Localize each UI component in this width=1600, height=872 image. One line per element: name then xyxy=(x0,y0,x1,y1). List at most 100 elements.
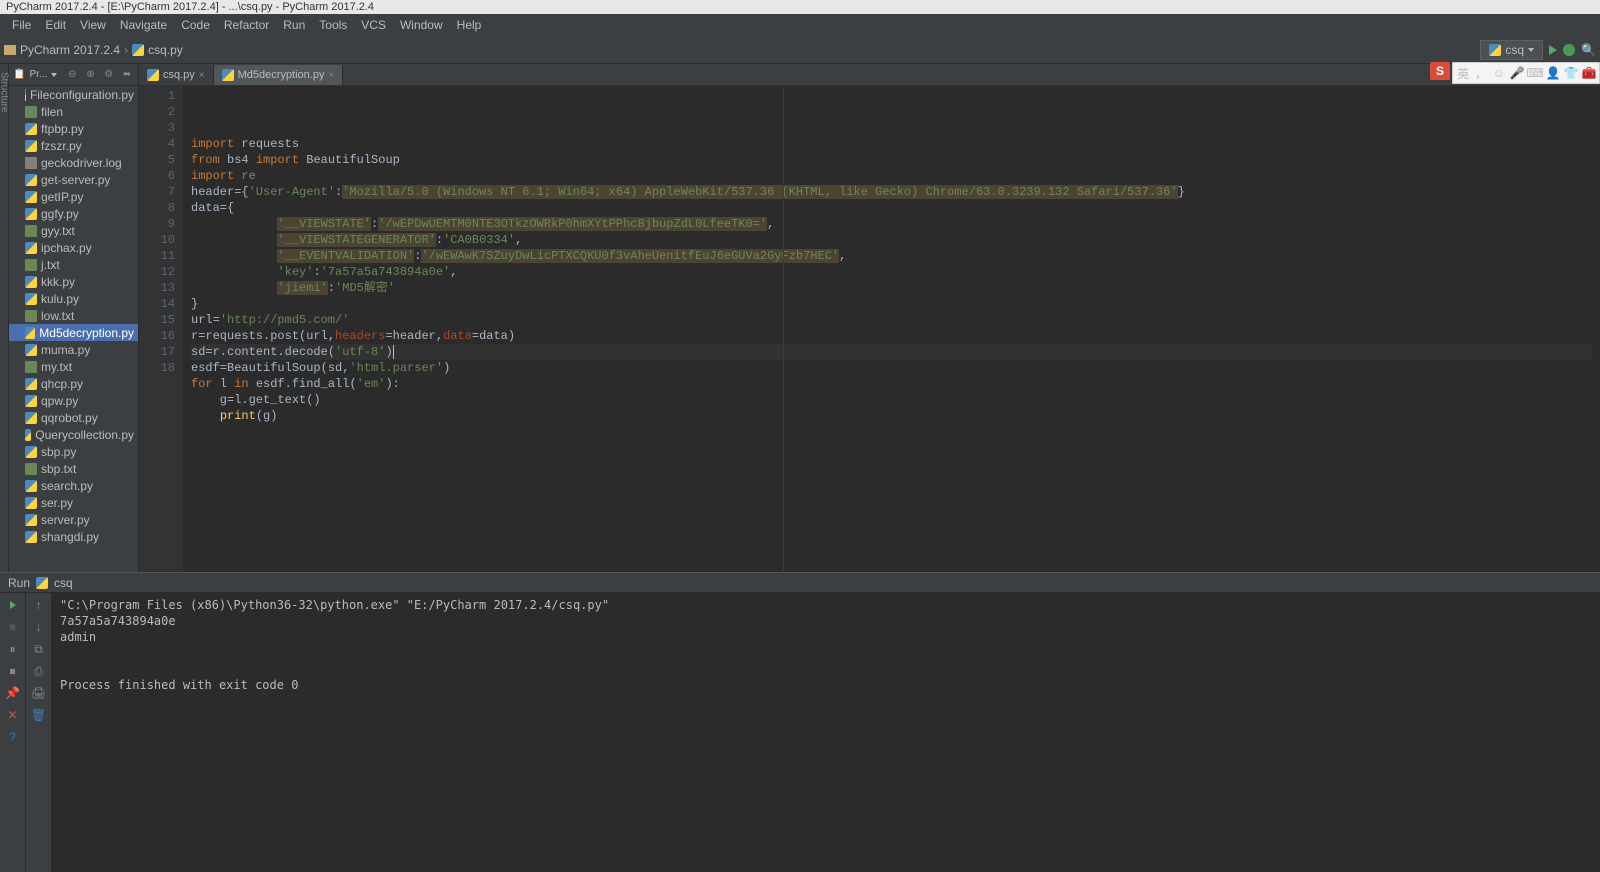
file-tree-item[interactable]: fzszr.py xyxy=(9,137,138,154)
close-button[interactable]: ✕ xyxy=(5,707,21,723)
help-button[interactable]: ? xyxy=(5,729,21,745)
menu-vcs[interactable]: VCS xyxy=(355,16,392,34)
code-line[interactable]: '__VIEWSTATEGENERATOR':'CA0B0334', xyxy=(191,232,1592,248)
menu-refactor[interactable]: Refactor xyxy=(218,16,275,34)
rerun-button[interactable] xyxy=(5,597,21,613)
search-everywhere-button[interactable]: 🔍 xyxy=(1581,43,1596,57)
file-tree-item[interactable]: j.txt xyxy=(9,256,138,273)
file-tree-item[interactable]: search.py xyxy=(9,477,138,494)
run-toolbar-primary: ■ ⏸ ⏹ 📌 ✕ ? xyxy=(0,593,26,872)
file-tree-item[interactable]: ggfy.py xyxy=(9,205,138,222)
code-line[interactable]: from bs4 import BeautifulSoup xyxy=(191,152,1592,168)
code-line[interactable]: header={'User-Agent':'Mozilla/5.0 (Windo… xyxy=(191,184,1592,200)
code-editor[interactable]: 123456789101112131415161718 import reque… xyxy=(139,86,1600,572)
debug-button[interactable] xyxy=(1563,44,1575,56)
close-tab-icon[interactable]: × xyxy=(328,70,334,81)
py-file-icon xyxy=(25,531,37,543)
file-tree-item[interactable]: ser.py xyxy=(9,494,138,511)
pin-button[interactable]: 📌 xyxy=(5,685,21,701)
code-line[interactable]: import re xyxy=(191,168,1592,184)
soft-wrap-button[interactable]: ⧉ xyxy=(31,641,47,657)
menu-view[interactable]: View xyxy=(74,16,112,34)
code-line[interactable]: r=requests.post(url,headers=header,data=… xyxy=(191,328,1592,344)
code-line[interactable]: url='http://pmd5.com/' xyxy=(191,312,1592,328)
code-line[interactable]: data={ xyxy=(191,200,1592,216)
menu-help[interactable]: Help xyxy=(451,16,488,34)
file-tree-item[interactable]: kkk.py xyxy=(9,273,138,290)
code-line[interactable]: print(g) xyxy=(191,408,1592,424)
code-line[interactable]: '__EVENTVALIDATION':'/wEWAwK7SZuyDwLicPT… xyxy=(191,248,1592,264)
menu-window[interactable]: Window xyxy=(394,16,449,34)
run-configuration-selector[interactable]: csq xyxy=(1480,40,1543,60)
file-tree-item[interactable]: getIP.py xyxy=(9,188,138,205)
breadcrumb-project[interactable]: PyCharm 2017.2.4 xyxy=(4,43,120,57)
file-tree-item[interactable]: Fileconfiguration.py xyxy=(9,86,138,103)
file-tree-item[interactable]: qpw.py xyxy=(9,392,138,409)
print-button[interactable]: 🖨 xyxy=(31,685,47,701)
left-tool-stripe[interactable]: Structure xyxy=(0,64,9,572)
editor-tab[interactable]: Md5decryption.py× xyxy=(214,65,344,85)
file-tree-item[interactable]: low.txt xyxy=(9,307,138,324)
file-tree-item[interactable]: sbp.txt xyxy=(9,460,138,477)
file-tree-item[interactable]: server.py xyxy=(9,511,138,528)
file-tree-item[interactable]: Querycollection.py xyxy=(9,426,138,443)
breadcrumb-file[interactable]: csq.py xyxy=(132,43,183,57)
file-tree-item[interactable]: muma.py xyxy=(9,341,138,358)
collapse-all-button[interactable]: ⊖ xyxy=(65,67,79,83)
ime-skin-button[interactable]: 👕 xyxy=(1563,65,1579,81)
file-tree-item[interactable]: shangdi.py xyxy=(9,528,138,545)
code-line[interactable]: 'key':'7a57a5a743894a0e', xyxy=(191,264,1592,280)
code-line[interactable]: esdf=BeautifulSoup(sd,'html.parser') xyxy=(191,360,1592,376)
ime-language-button[interactable]: 英 xyxy=(1455,65,1471,81)
stop-button[interactable]: ■ xyxy=(5,619,21,635)
pause-button[interactable]: ⏸ xyxy=(5,641,21,657)
menu-navigate[interactable]: Navigate xyxy=(114,16,173,34)
code-line[interactable]: for l in esdf.find_all('em'): xyxy=(191,376,1592,392)
code-line[interactable]: g=l.get_text() xyxy=(191,392,1592,408)
console-output[interactable]: "C:\Program Files (x86)\Python36-32\pyth… xyxy=(52,593,1600,872)
code-line[interactable]: sd=r.content.decode('utf-8') xyxy=(191,344,1592,360)
settings-icon[interactable]: ⚙ xyxy=(102,67,116,83)
down-button[interactable]: ↓ xyxy=(31,619,47,635)
menu-code[interactable]: Code xyxy=(175,16,216,34)
file-tree-item[interactable]: get-server.py xyxy=(9,171,138,188)
code-line[interactable]: '__VIEWSTATE':'/wEPDwUEMTM0NTE3OTkzOWRkP… xyxy=(191,216,1592,232)
up-button[interactable]: ↑ xyxy=(31,597,47,613)
file-tree-item[interactable]: qhcp.py xyxy=(9,375,138,392)
file-tree-item[interactable]: ipchax.py xyxy=(9,239,138,256)
project-view-selector[interactable]: 📋 xyxy=(13,69,25,80)
file-tree-item[interactable]: geckodriver.log xyxy=(9,154,138,171)
ime-user-button[interactable]: 👤 xyxy=(1545,65,1561,81)
file-tree-item[interactable]: gyy.txt xyxy=(9,222,138,239)
hide-button[interactable]: ⬌ xyxy=(120,67,134,83)
file-tree-item[interactable]: qqrobot.py xyxy=(9,409,138,426)
editor-tab[interactable]: csq.py× xyxy=(139,65,214,85)
clear-all-button[interactable]: 🗑 xyxy=(31,707,47,723)
scroll-to-end-button[interactable]: ⎙ xyxy=(31,663,47,679)
file-tree-item[interactable]: my.txt xyxy=(9,358,138,375)
file-tree-item[interactable]: Md5decryption.py xyxy=(9,324,138,341)
sogou-ime-badge[interactable]: S xyxy=(1430,62,1450,80)
close-tab-icon[interactable]: × xyxy=(199,70,205,81)
ime-voice-button[interactable]: 🎤 xyxy=(1509,65,1525,81)
menu-run[interactable]: Run xyxy=(277,16,311,34)
menu-edit[interactable]: Edit xyxy=(39,16,72,34)
code-line[interactable]: } xyxy=(191,296,1592,312)
exit-button[interactable]: ⏹ xyxy=(5,663,21,679)
file-tree-item[interactable]: kulu.py xyxy=(9,290,138,307)
ime-toolbox-button[interactable]: 🧰 xyxy=(1581,65,1597,81)
code-line[interactable]: 'jiemi':'MD5解密' xyxy=(191,280,1592,296)
run-button[interactable] xyxy=(1549,45,1557,55)
file-tree-item[interactable]: ftpbp.py xyxy=(9,120,138,137)
ime-punct-button[interactable]: ， xyxy=(1473,65,1489,81)
file-tree-item[interactable]: filen xyxy=(9,103,138,120)
ime-emoji-button[interactable]: ☺ xyxy=(1491,65,1507,81)
line-number: 6 xyxy=(141,168,175,184)
code-line[interactable]: import requests xyxy=(191,136,1592,152)
menu-file[interactable]: File xyxy=(6,16,37,34)
file-tree-item[interactable]: sbp.py xyxy=(9,443,138,460)
menu-tools[interactable]: Tools xyxy=(313,16,353,34)
code-content[interactable]: import requestsfrom bs4 import Beautiful… xyxy=(183,86,1600,572)
ime-keyboard-button[interactable]: ⌨ xyxy=(1527,65,1543,81)
scroll-from-source-button[interactable]: ⊕ xyxy=(83,67,97,83)
